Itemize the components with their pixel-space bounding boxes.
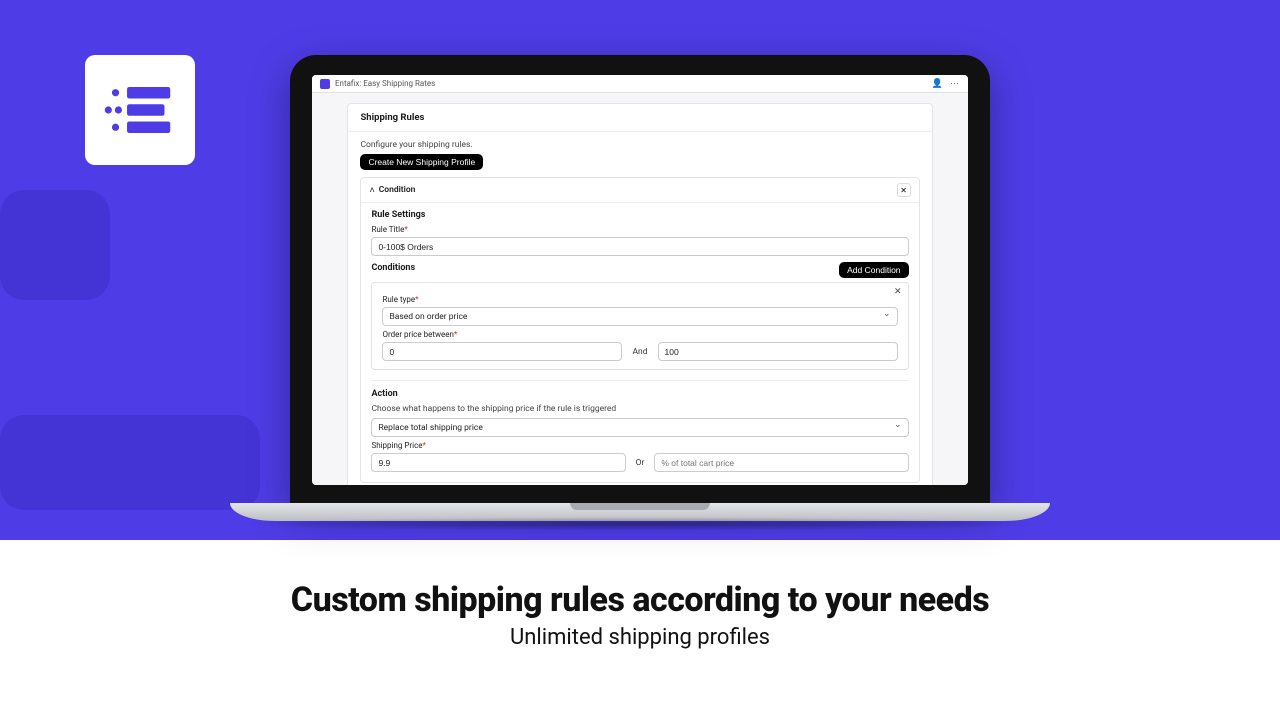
shipping-rules-card: Shipping Rules Configure your shipping r… [347,103,932,485]
more-icon[interactable]: ⋯ [950,79,960,89]
rule-title-input[interactable] [371,237,908,256]
card-subtitle: Configure your shipping rules. [360,140,919,150]
card-title: Shipping Rules [348,104,931,132]
price-min-input[interactable] [382,342,622,361]
price-between-label: Order price between* [382,330,897,339]
rule-type-label: Rule type* [382,295,897,304]
shipping-price-label: Shipping Price* [371,441,908,450]
create-profile-button[interactable]: Create New Shipping Profile [360,154,483,170]
action-heading: Action [371,389,908,399]
laptop-base [230,503,1050,521]
app-title: Entafix: Easy Shipping Rates [335,79,932,88]
chevron-up-icon[interactable]: ˄ [369,185,374,196]
or-label: Or [634,458,647,468]
rule-settings-heading: Rule Settings [371,210,908,220]
deco-shape [0,190,110,300]
laptop-mockup: Entafix: Easy Shipping Rates 👤 ⋯ Shippin… [290,55,990,521]
percent-input[interactable] [654,453,908,472]
remove-condition-button[interactable]: ✕ [894,287,902,297]
price-max-input[interactable] [658,342,898,361]
brand-logo [85,55,195,165]
marketing-subhead: Unlimited shipping profiles [0,625,1280,650]
action-type-select[interactable]: Replace total shipping price [371,418,908,437]
marketing-headline: Custom shipping rules according to your … [0,580,1280,620]
e-logo-icon [104,74,176,146]
condition-panel: ˄ Condition ✕ Rule Settings Rule Title* [360,177,919,483]
and-label: And [630,347,649,357]
user-icon[interactable]: 👤 [932,79,944,89]
divider [371,380,908,381]
window-titlebar: Entafix: Easy Shipping Rates 👤 ⋯ [312,75,968,93]
action-desc: Choose what happens to the shipping pric… [371,404,908,414]
rule-type-select[interactable]: Based on order price [382,307,897,326]
app-screen: Entafix: Easy Shipping Rates 👤 ⋯ Shippin… [312,75,968,485]
condition-item: ✕ Rule type* Based on order price Order … [371,282,908,370]
app-icon [320,79,330,89]
close-panel-button[interactable]: ✕ [897,183,911,197]
conditions-heading: Conditions [371,263,415,273]
panel-title: Condition [379,185,897,195]
add-condition-button[interactable]: Add Condition [839,262,908,278]
deco-shape [0,415,260,510]
rule-title-label: Rule Title* [371,225,908,234]
shipping-price-input[interactable] [371,453,625,472]
